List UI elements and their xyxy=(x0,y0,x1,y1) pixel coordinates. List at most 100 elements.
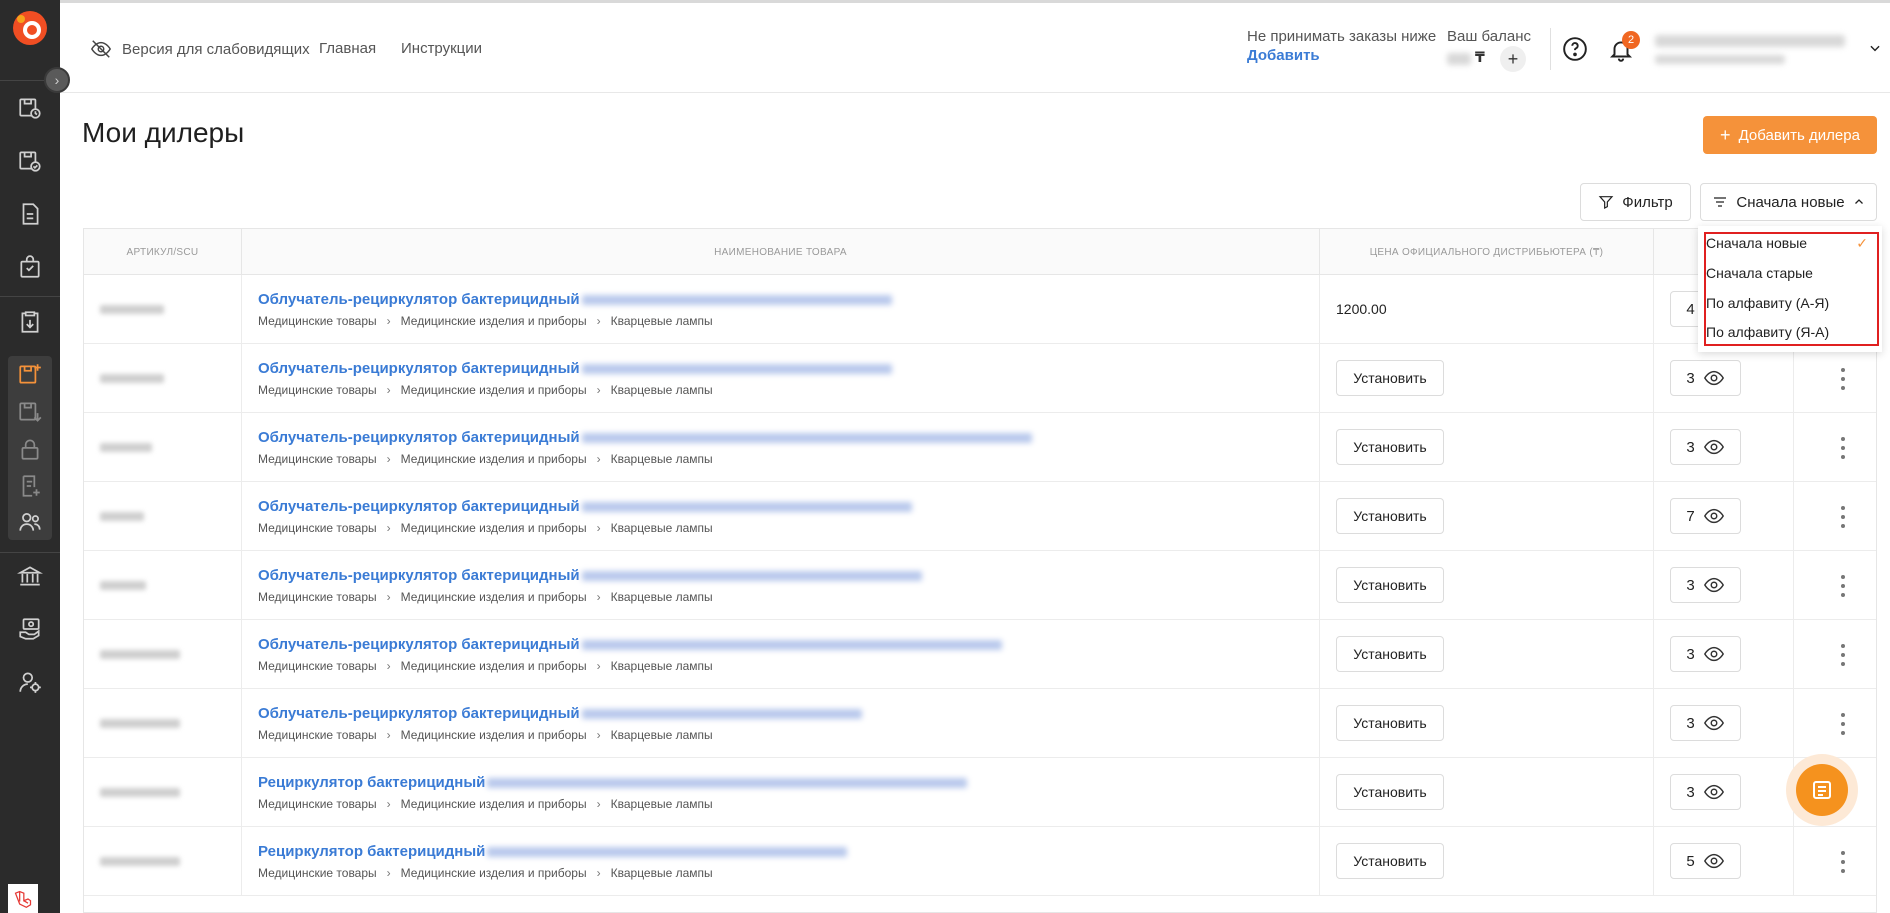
row-more-menu-icon[interactable] xyxy=(1833,573,1853,599)
nav-instructions-link[interactable]: Инструкции xyxy=(401,40,482,57)
box-download-icon xyxy=(19,402,42,422)
set-price-button[interactable]: Установить xyxy=(1336,498,1444,534)
filter-button[interactable]: Фильтр xyxy=(1580,183,1691,221)
set-price-button[interactable]: Установить xyxy=(1336,843,1444,879)
sidebar-expand-button[interactable]: › xyxy=(44,67,70,93)
sidebar-item-dealers[interactable] xyxy=(15,507,45,537)
sort-option-oldest[interactable]: Сначала старые xyxy=(1706,259,1876,287)
nav-main-link[interactable]: Главная xyxy=(319,40,376,57)
views-button[interactable]: 3 xyxy=(1670,774,1741,810)
breadcrumb-item: Кварцевые лампы xyxy=(610,728,713,742)
kebab-dot xyxy=(1841,506,1845,510)
sidebar-item-documents[interactable] xyxy=(15,199,45,229)
row-more-menu-icon[interactable] xyxy=(1833,849,1853,875)
kebab-dot xyxy=(1841,386,1845,390)
set-price-button[interactable]: Установить xyxy=(1336,567,1444,603)
views-button[interactable]: 5 xyxy=(1670,843,1741,879)
kebab-dot xyxy=(1841,713,1845,717)
sort-option-newest[interactable]: Сначала новые ✓ xyxy=(1706,229,1876,257)
add-dealer-button[interactable]: + Добавить дилера xyxy=(1703,116,1877,154)
breadcrumb-item: Медицинские изделия и приборы xyxy=(400,383,587,397)
kebab-dot xyxy=(1841,644,1845,648)
row-more-menu-icon[interactable] xyxy=(1833,366,1853,392)
sku-value-blurred xyxy=(100,581,146,590)
accessibility-version-label: Версия для слабовидящих xyxy=(122,40,310,58)
product-name-link[interactable]: Облучатель-рециркулятор бактерицидный xyxy=(258,360,892,377)
sort-button[interactable]: Сначала новые xyxy=(1700,183,1877,221)
table-row[interactable]: Рециркулятор бактерицидный Медицинские то… xyxy=(84,758,1876,827)
balance-label: Ваш баланс xyxy=(1447,28,1532,45)
product-name-link[interactable]: Рециркулятор бактерицидный xyxy=(258,843,848,860)
column-header-price[interactable]: ЦЕНА ОФИЦИАЛЬНОГО ДИСТРИБЬЮТЕРА (₸) xyxy=(1320,229,1654,275)
sort-option-alpha-desc[interactable]: По алфавиту (Я-А) xyxy=(1706,318,1876,346)
sidebar-item-shopping[interactable] xyxy=(15,252,45,282)
sidebar-item-orders-done[interactable] xyxy=(15,146,45,176)
sidebar-item-add-product[interactable] xyxy=(15,359,45,389)
table-cell xyxy=(242,827,1320,896)
column-header-sku[interactable]: АРТИКУЛ/SCU xyxy=(84,229,242,275)
user-company-blurred xyxy=(1655,55,1785,64)
row-more-menu-icon[interactable] xyxy=(1833,504,1853,530)
sku-value-blurred xyxy=(100,443,152,452)
sidebar-item-locked[interactable] xyxy=(15,434,45,464)
table-row[interactable]: Облучатель-рециркулятор бактерицидный Мед… xyxy=(84,413,1876,482)
product-name-link[interactable]: Облучатель-рециркулятор бактерицидный xyxy=(258,291,892,308)
user-name-blurred xyxy=(1655,35,1845,47)
views-button[interactable]: 3 xyxy=(1670,636,1741,672)
set-price-button[interactable]: Установить xyxy=(1336,636,1444,672)
product-name-link[interactable]: Облучатель-рециркулятор бактерицидный xyxy=(258,498,912,515)
set-price-button[interactable]: Установить xyxy=(1336,705,1444,741)
sidebar-item-orders-history[interactable] xyxy=(15,93,45,123)
product-name-link[interactable]: Облучатель-рециркулятор бактерицидный xyxy=(258,567,922,584)
sidebar-item-bank[interactable] xyxy=(15,561,45,591)
sidebar-item-payments[interactable] xyxy=(15,614,45,644)
kebab-dot xyxy=(1841,860,1845,864)
add-dealer-label: Добавить дилера xyxy=(1738,126,1860,144)
breadcrumb-item: Медицинские товары xyxy=(258,590,377,604)
table-row[interactable]: Рециркулятор бактерицидный Медицинские то… xyxy=(84,827,1876,896)
sidebar-item-returns[interactable] xyxy=(15,307,45,337)
views-button[interactable]: 3 xyxy=(1670,705,1741,741)
row-more-menu-icon[interactable] xyxy=(1833,642,1853,668)
row-more-menu-icon[interactable] xyxy=(1833,711,1853,737)
category-breadcrumb: Медицинские товары › Медицинские изделия и… xyxy=(258,659,713,673)
breadcrumb-chevron-icon: › xyxy=(596,590,601,604)
sidebar-item-import[interactable] xyxy=(15,397,45,427)
views-button[interactable]: 3 xyxy=(1670,567,1741,603)
product-name-link[interactable]: Облучатель-рециркулятор бактерицидный xyxy=(258,705,862,722)
table-row[interactable]: Облучатель-рециркулятор бактерицидный Мед… xyxy=(84,551,1876,620)
product-name-link[interactable]: Рециркулятор бактерицидный xyxy=(258,774,968,791)
set-price-button[interactable]: Установить xyxy=(1336,774,1444,810)
product-name-blurred xyxy=(487,847,848,858)
sidebar-item-price-list[interactable] xyxy=(15,471,45,501)
product-name-blurred xyxy=(581,640,1002,651)
table-row[interactable]: Облучатель-рециркулятор бактерицидный Мед… xyxy=(84,689,1876,758)
min-order-add-link[interactable]: Добавить xyxy=(1247,47,1320,64)
table-row[interactable]: Облучатель-рециркулятор бактерицидный Мед… xyxy=(84,620,1876,689)
balance-topup-button[interactable]: + xyxy=(1500,46,1526,72)
breadcrumb-item: Кварцевые лампы xyxy=(610,521,713,535)
set-price-button[interactable]: Установить xyxy=(1336,429,1444,465)
views-button[interactable]: 3 xyxy=(1670,360,1741,396)
eye-icon xyxy=(1703,439,1724,455)
table-row[interactable]: Облучатель-рециркулятор бактерицидный Мед… xyxy=(84,482,1876,551)
accessibility-version-link[interactable]: Версия для слабовидящих xyxy=(90,38,310,60)
row-more-menu-icon[interactable] xyxy=(1833,435,1853,461)
table-row[interactable]: Облучатель-рециркулятор бактерицидный Мед… xyxy=(84,275,1876,344)
views-button[interactable]: 7 xyxy=(1670,498,1741,534)
table-row[interactable]: Облучатель-рециркулятор бактерицидный Мед… xyxy=(84,344,1876,413)
product-name-link[interactable]: Облучатель-рециркулятор бактерицидный xyxy=(258,429,1032,446)
app-logo-icon[interactable] xyxy=(12,10,48,46)
views-count: 7 xyxy=(1686,507,1695,525)
support-chat-button[interactable] xyxy=(1786,754,1858,826)
views-count: 3 xyxy=(1686,783,1695,801)
product-name-link[interactable]: Облучатель-рециркулятор бактерицидный xyxy=(258,636,1002,653)
sidebar-item-profile[interactable] xyxy=(15,667,45,697)
column-header-name[interactable]: НАИМЕНОВАНИЕ ТОВАРА xyxy=(242,229,1320,275)
help-icon[interactable] xyxy=(1562,36,1588,62)
views-button[interactable]: 3 xyxy=(1670,429,1741,465)
user-menu-chevron-down-icon[interactable] xyxy=(1868,41,1882,55)
sku-value-blurred xyxy=(100,512,144,521)
sort-option-alpha-asc[interactable]: По алфавиту (А-Я) xyxy=(1706,289,1876,317)
set-price-button[interactable]: Установить xyxy=(1336,360,1444,396)
